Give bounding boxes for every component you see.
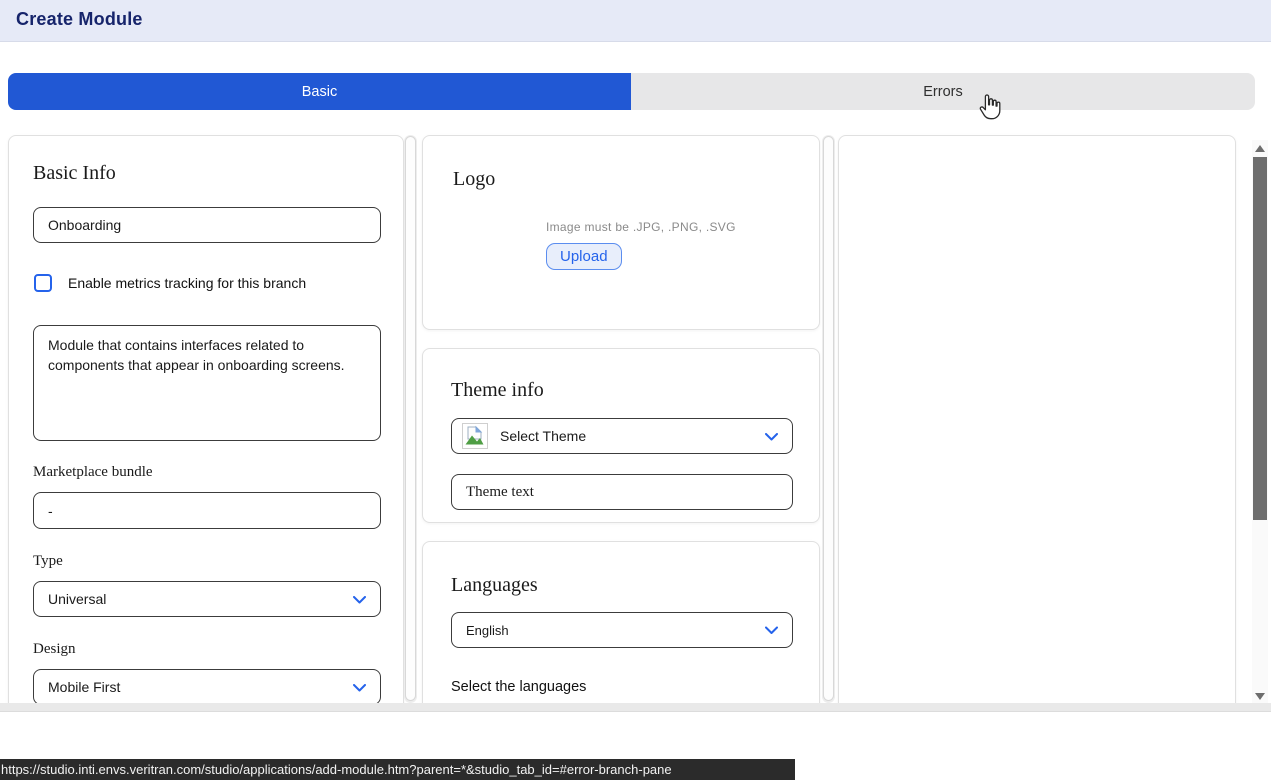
marketplace-bundle-input[interactable] <box>33 492 381 529</box>
left-column-scrollbar-thumb[interactable] <box>405 136 416 701</box>
left-column-scrollbar[interactable] <box>404 135 417 703</box>
middle-column-scrollbar-thumb[interactable] <box>823 136 834 701</box>
type-select[interactable]: Universal <box>33 581 381 617</box>
metrics-checkbox[interactable] <box>34 274 52 292</box>
logo-title: Logo <box>453 168 495 191</box>
chevron-down-icon <box>353 679 366 695</box>
upload-button[interactable]: Upload <box>546 243 622 270</box>
content-area: Basic Info Enable metrics tracking for t… <box>0 125 1271 704</box>
main-scrollbar[interactable] <box>1252 140 1268 704</box>
theme-info-title: Theme info <box>451 379 544 402</box>
scroll-down-icon[interactable] <box>1255 693 1265 700</box>
language-select[interactable]: English <box>451 612 793 648</box>
theme-select[interactable]: Select Theme <box>451 418 793 454</box>
design-select-value: Mobile First <box>48 679 120 695</box>
design-label: Design <box>33 641 76 658</box>
marketplace-bundle-label: Marketplace bundle <box>33 464 153 481</box>
right-panel-card <box>838 135 1236 704</box>
languages-card: Languages English Select the languages <box>422 541 820 704</box>
language-select-value: English <box>466 623 509 638</box>
basic-info-card: Basic Info Enable metrics tracking for t… <box>8 135 404 704</box>
tab-basic[interactable]: Basic <box>8 73 631 110</box>
description-textarea[interactable] <box>33 325 381 441</box>
content-bottom-band <box>0 703 1271 712</box>
chevron-down-icon <box>353 591 366 607</box>
tab-bar: Basic Errors <box>8 73 1255 110</box>
chevron-down-icon <box>765 428 778 444</box>
dialog-header: Create Module <box>0 0 1271 42</box>
theme-text-input[interactable] <box>451 474 793 510</box>
broken-image-icon <box>462 423 488 449</box>
create-module-dialog: Create Module Basic Errors Basic Info En… <box>0 0 1271 780</box>
metrics-checkbox-row: Enable metrics tracking for this branch <box>34 274 382 292</box>
chevron-down-icon <box>765 623 778 638</box>
status-bar-url: https://studio.inti.envs.veritran.com/st… <box>0 759 795 780</box>
logo-card: Logo Image must be .JPG, .PNG, .SVG Uplo… <box>422 135 820 330</box>
languages-title: Languages <box>451 574 538 597</box>
design-select[interactable]: Mobile First <box>33 669 381 704</box>
logo-format-hint: Image must be .JPG, .PNG, .SVG <box>546 220 736 234</box>
middle-column-scrollbar[interactable] <box>822 135 835 703</box>
theme-select-value: Select Theme <box>500 428 586 444</box>
scroll-up-icon[interactable] <box>1255 145 1265 152</box>
metrics-checkbox-label: Enable metrics tracking for this branch <box>68 275 306 291</box>
main-scrollbar-thumb[interactable] <box>1253 157 1267 520</box>
basic-info-title: Basic Info <box>33 162 116 185</box>
languages-hint: Select the languages <box>451 679 586 695</box>
theme-info-card: Theme info Select Theme <box>422 348 820 523</box>
type-select-value: Universal <box>48 591 106 607</box>
tab-errors[interactable]: Errors <box>631 73 1255 110</box>
page-title: Create Module <box>16 9 143 30</box>
module-name-input[interactable] <box>33 207 381 243</box>
type-label: Type <box>33 553 63 570</box>
